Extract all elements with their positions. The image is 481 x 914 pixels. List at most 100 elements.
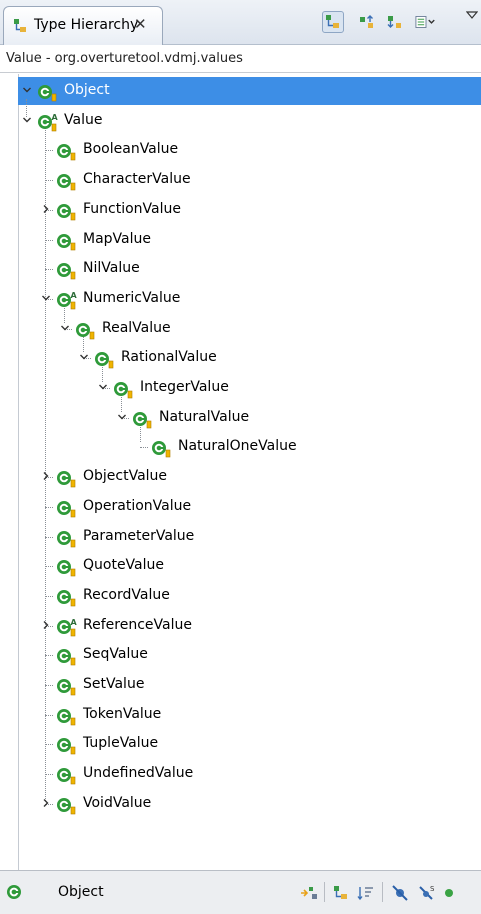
tree-row-setvalue[interactable]: SetValue (18, 671, 481, 699)
tree-row-naturalonevalue[interactable]: NaturalOneValue (18, 433, 481, 461)
class-icon (56, 676, 82, 700)
hide-fields-button[interactable] (391, 884, 409, 902)
class-icon (94, 349, 120, 373)
tree-row-numericvalue[interactable]: A NumericValue (18, 285, 481, 313)
tree-row-parametervalue[interactable]: ParameterValue (18, 523, 481, 551)
tree-row-label: NaturalOneValue (178, 438, 297, 455)
tree-row-recordvalue[interactable]: RecordValue (18, 582, 481, 610)
tree-row-object[interactable]: Object (18, 77, 481, 105)
tree-connector-line (45, 506, 53, 508)
expand-toggle-icon[interactable] (22, 84, 32, 94)
tree-connector-line (45, 595, 53, 597)
class-icon (113, 379, 139, 403)
expand-toggle-icon[interactable] (41, 797, 51, 807)
collapse-toggle-icon[interactable] (60, 322, 70, 332)
tree-row-quotevalue[interactable]: QuoteValue (18, 552, 481, 580)
class-icon (56, 557, 82, 581)
class-icon (56, 735, 82, 759)
tree-row-naturalvalue[interactable]: NaturalValue (18, 404, 481, 432)
class-icon (6, 884, 22, 904)
tree-row-label: VoidValue (83, 794, 152, 811)
tree-row-functionvalue[interactable]: FunctionValue (18, 196, 481, 224)
tree-row-rationalvalue[interactable]: RationalValue (18, 344, 481, 372)
hierarchy-focus-label: Value - org.overturetool.vdmj.values (6, 51, 243, 66)
tree-row-label: FunctionValue (83, 200, 181, 217)
collapse-toggle-icon[interactable] (98, 381, 108, 391)
class-icon (56, 171, 82, 195)
tree-row-label: NumericValue (83, 289, 181, 306)
show-supertype-hierarchy-button[interactable] (356, 11, 378, 33)
tree-row-booleanvalue[interactable]: BooleanValue (18, 136, 481, 164)
tree-connector-line (45, 150, 53, 152)
tree-row-tuplevalue[interactable]: TupleValue (18, 730, 481, 758)
expand-toggle-icon[interactable] (41, 619, 51, 629)
lock-view-icon (301, 887, 317, 899)
tree-row-undefinedvalue[interactable]: UndefinedValue (18, 760, 481, 788)
tree-row-mapvalue[interactable]: MapValue (18, 226, 481, 254)
collapse-toggle-icon[interactable] (41, 292, 51, 302)
expand-toggle-icon[interactable] (41, 470, 51, 481)
close-icon[interactable]: ✕ (134, 15, 147, 33)
selected-type-label: Object (58, 884, 104, 900)
svg-text:S: S (430, 885, 435, 893)
tree-row-tokenvalue[interactable]: TokenValue (18, 701, 481, 729)
tree-connector-line (45, 774, 53, 776)
tree-row-operationvalue[interactable]: OperationValue (18, 493, 481, 521)
show-subtype-hierarchy-button[interactable] (384, 11, 406, 33)
collapse-toggle-icon[interactable] (117, 411, 127, 421)
tree-row-voidvalue[interactable]: VoidValue (18, 790, 481, 818)
tree-row-seqvalue[interactable]: SeqValue (18, 641, 481, 669)
tree-connector-line (45, 566, 53, 568)
lock-view-button[interactable] (300, 884, 318, 902)
view-tab-type-hierarchy[interactable]: Type Hierarchy ✕ (3, 6, 163, 45)
hide-non-public-button[interactable] (440, 884, 458, 902)
type-hierarchy-icon (326, 15, 339, 28)
class-icon (56, 231, 82, 255)
hide-fields-icon (392, 885, 408, 901)
class-icon (56, 201, 82, 225)
tree-row-label: ObjectValue (83, 468, 168, 485)
class-icon (56, 587, 82, 611)
class-icon (56, 260, 82, 284)
tree-connector-line (45, 685, 53, 686)
class-icon (56, 498, 82, 522)
tree-row-label: ParameterValue (83, 527, 195, 544)
expand-toggle-icon[interactable] (41, 203, 51, 213)
tree-row-referencevalue[interactable]: A ReferenceValue (18, 612, 481, 640)
view-title: Type Hierarchy (34, 17, 139, 33)
tree-row-label: Object (64, 82, 110, 98)
tree-row-nilvalue[interactable]: NilValue (18, 255, 481, 283)
class-icon (37, 82, 63, 106)
tree-row-label: RecordValue (83, 586, 170, 603)
tree-row-label: QuoteValue (83, 557, 165, 574)
abstract-class-icon: A (56, 617, 82, 641)
tree-row-objectvalue[interactable]: ObjectValue (18, 463, 481, 491)
tree-connector-line (45, 180, 53, 182)
tree-row-label: ReferenceValue (83, 616, 192, 633)
tree-row-charactervalue[interactable]: CharacterValue (18, 166, 481, 194)
tree-row-label: NaturalValue (159, 408, 250, 425)
tree-row-integervalue[interactable]: IntegerValue (18, 374, 481, 402)
class-icon (56, 528, 82, 552)
hide-static-members-button[interactable]: S (418, 884, 436, 902)
view-titlebar: Type Hierarchy ✕ (0, 0, 481, 45)
tree-row-realvalue[interactable]: RealValue (18, 315, 481, 343)
tree-row-label: SetValue (83, 676, 145, 692)
toolbar-separator (324, 882, 325, 902)
tree-row-label: RationalValue (121, 349, 217, 366)
class-icon (56, 468, 82, 492)
collapse-toggle-icon[interactable] (79, 351, 89, 361)
tree-row-label: RealValue (102, 319, 171, 336)
tree-row-value[interactable]: A Value (18, 107, 481, 135)
tree-row-label: SeqValue (83, 646, 148, 663)
view-menu-icon[interactable] (465, 9, 479, 24)
tree-connector-line (45, 655, 53, 657)
tree-row-label: TokenValue (83, 705, 162, 722)
show-all-inherited-members-button[interactable] (332, 884, 350, 902)
history-dropdown-button[interactable] (415, 11, 437, 33)
collapse-toggle-icon[interactable] (22, 114, 32, 124)
class-icon (151, 438, 177, 462)
show-type-hierarchy-button[interactable] (322, 11, 344, 33)
sort-by-defining-type-button[interactable] (357, 884, 375, 902)
class-icon (56, 141, 82, 165)
